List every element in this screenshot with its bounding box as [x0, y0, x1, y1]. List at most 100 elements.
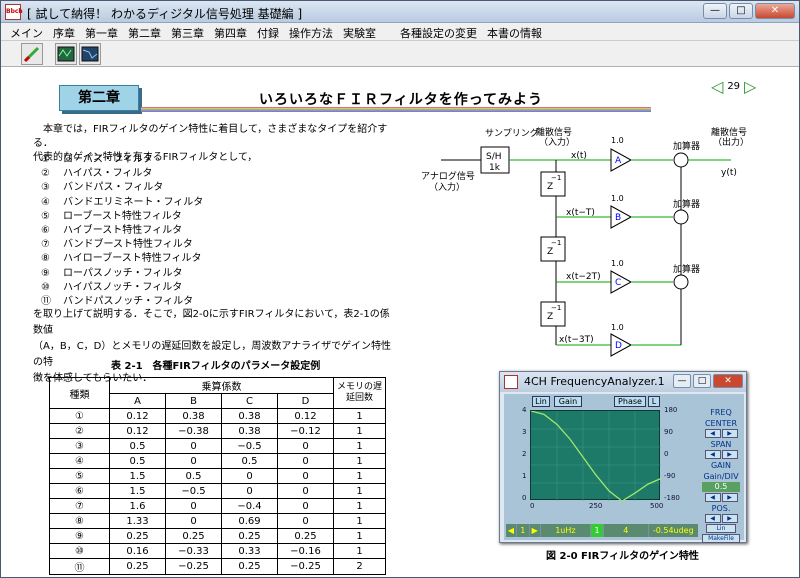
coef-a: A [615, 156, 622, 166]
analyzer-maximize-button[interactable]: □ [693, 374, 711, 388]
table-cell: 1 [333, 453, 386, 469]
oscilloscope-icon[interactable] [55, 43, 77, 65]
header-coef: 乗算係数 [109, 377, 334, 394]
table-row: ⑤ 1.5 0.5 0 0 1 [49, 468, 386, 484]
menu-chapter2[interactable]: 第二章 [123, 23, 166, 40]
gain-label: 1.0 [611, 136, 624, 145]
table-cell: 1 [333, 408, 386, 424]
lin-button[interactable]: Lin [532, 396, 550, 407]
table-cell: ① [49, 408, 110, 424]
table-cell: 0.25 [277, 528, 334, 544]
menu-howto[interactable]: 操作方法 [284, 23, 338, 40]
gain-right-button[interactable]: ▶ [721, 493, 738, 502]
z-label: Z [547, 182, 553, 192]
parameter-table: 種類 乗算係数 メモリの遅延回数 A B C D ① 0.12 0.38 0.38 0.… [49, 377, 386, 575]
gain-label: 1.0 [611, 194, 624, 203]
explanation-line: を取り上げて説明する．そこで，図2-0に示すFIRフィルタにおいて，表2-1の係… [33, 309, 390, 336]
makefile-button[interactable]: MakeFile [702, 534, 740, 543]
chapter-badge: 第二章 [59, 85, 139, 111]
table-cell: 0.25 [109, 528, 166, 544]
table-cell: 0 [277, 513, 334, 529]
y2-tick: 90 [664, 428, 673, 436]
header-memory: メモリの遅延回数 [333, 377, 386, 409]
table-cell: 0 [221, 483, 278, 499]
minimize-button[interactable]: — [703, 3, 727, 19]
table-caption: 表 2-1 各種FIRフィルタのパラメータ設定例 [111, 361, 321, 372]
table-row: ⑦ 1.6 0 −0.4 0 1 [49, 498, 386, 514]
next-page-icon[interactable]: ▷ [744, 77, 756, 96]
x-tick: 250 [589, 502, 603, 510]
phase-button[interactable]: Phase [614, 396, 646, 407]
list-item: ⑤ ローブースト特性フィルタ [41, 210, 182, 222]
xt1-label: x(t−T) [566, 208, 595, 218]
gain-label: GAIN [710, 461, 731, 470]
x-tick: 500 [650, 502, 664, 510]
y-tick: 1 [522, 472, 527, 480]
menu-about[interactable]: 本書の情報 [482, 23, 547, 40]
analyzer-controls: FREQ CENTER ◀ ▶ SPAN ◀ ▶ GAIN Gain/DIV 0.5… [700, 406, 742, 544]
analog-sub: （入力） [429, 181, 465, 193]
coef-d: D [615, 341, 622, 351]
table-cell: 0.25 [109, 558, 166, 575]
list-item: ⑩ ハイパスノッチ・フィルタ [41, 281, 183, 293]
prev-page-icon[interactable]: ◁ [711, 77, 723, 96]
analyzer-close-button[interactable]: ✕ [713, 374, 743, 388]
menu-prologue[interactable]: 序章 [48, 23, 80, 40]
menu-settings[interactable]: 各種設定の変更 [395, 23, 482, 40]
table-cell: 0 [277, 453, 334, 469]
xt-label: x(t) [571, 151, 587, 161]
status-next-icon[interactable]: ▶ [529, 524, 540, 537]
gain-label: 1.0 [611, 323, 624, 332]
table-cell: 0.38 [221, 408, 278, 424]
maximize-button[interactable]: □ [729, 3, 753, 19]
menu-chapter1[interactable]: 第一章 [80, 23, 123, 40]
menu-bar: メイン 序章 第一章 第二章 第三章 第四章 付録 操作方法 実験室 各種設定の… [1, 23, 799, 41]
analyzer-body: Lin Gain Phase L 4 3 2 1 0 180 90 0 -90 … [504, 394, 744, 543]
menu-lab[interactable]: 実験室 [338, 23, 381, 40]
intro-line: 本章では，FIRフィルタのゲイン特性に着目して，さまざまなタイプを紹介する． [33, 124, 388, 149]
status-prev-icon[interactable]: ◀ [506, 524, 516, 537]
table-cell: 0.5 [165, 468, 222, 484]
y2-tick: -90 [664, 472, 676, 480]
status-channel: 1 [516, 524, 529, 537]
list-item: ① ローパス・フィルタ [41, 154, 153, 165]
table-cell: 0 [165, 513, 222, 529]
analyzer-minimize-button[interactable]: — [673, 374, 691, 388]
table-cell: ④ [49, 453, 110, 469]
menu-chapter3[interactable]: 第三章 [166, 23, 209, 40]
table-cell: 1.5 [109, 483, 166, 499]
span-right-button[interactable]: ▶ [721, 450, 738, 459]
title-stripe [141, 107, 651, 113]
lin2-button[interactable]: Lin [706, 524, 736, 533]
gain-curve-chart [530, 410, 662, 502]
gain-button[interactable]: Gain [554, 396, 582, 407]
menu-appendix[interactable]: 付録 [252, 23, 284, 40]
menu-chapter4[interactable]: 第四章 [209, 23, 252, 40]
menu-main[interactable]: メイン [5, 23, 48, 40]
header-a: A [109, 393, 166, 409]
table-cell: 0.25 [221, 528, 278, 544]
probe-tool-icon[interactable] [21, 43, 43, 65]
pos-right-button[interactable]: ▶ [721, 514, 738, 523]
close-button[interactable]: ✕ [755, 3, 795, 19]
status-phase: -0.54udeg [648, 524, 698, 537]
window-title: [ 試して納得！ わかるディジタル信号処理 基礎編 ] [27, 7, 303, 21]
center-left-button[interactable]: ◀ [704, 429, 721, 438]
adder-label: 加算器 [673, 263, 700, 275]
list-item: ③ バンドパス・フィルタ [41, 182, 164, 194]
center-right-button[interactable]: ▶ [721, 429, 738, 438]
yt-label: y(t) [721, 168, 737, 178]
table-cell: 1 [333, 423, 386, 439]
gain-left-button[interactable]: ◀ [704, 493, 721, 502]
span-left-button[interactable]: ◀ [704, 450, 721, 459]
frequency-analyzer-window[interactable]: 4CH FrequencyAnalyzer.1 — □ ✕ Lin Gain P… [499, 371, 747, 543]
pos-left-button[interactable]: ◀ [704, 514, 721, 523]
table-cell: 0 [277, 498, 334, 514]
analyzer-app-icon [504, 375, 518, 389]
analyzer-icon[interactable] [79, 43, 101, 65]
l-button[interactable]: L [648, 396, 660, 407]
table-cell: 1 [333, 498, 386, 514]
table-row: ⑩ 0.16 −0.33 0.33 −0.16 1 [49, 543, 386, 559]
table-row: ① 0.12 0.38 0.38 0.12 1 [49, 408, 386, 424]
table-cell: −0.16 [277, 543, 334, 559]
